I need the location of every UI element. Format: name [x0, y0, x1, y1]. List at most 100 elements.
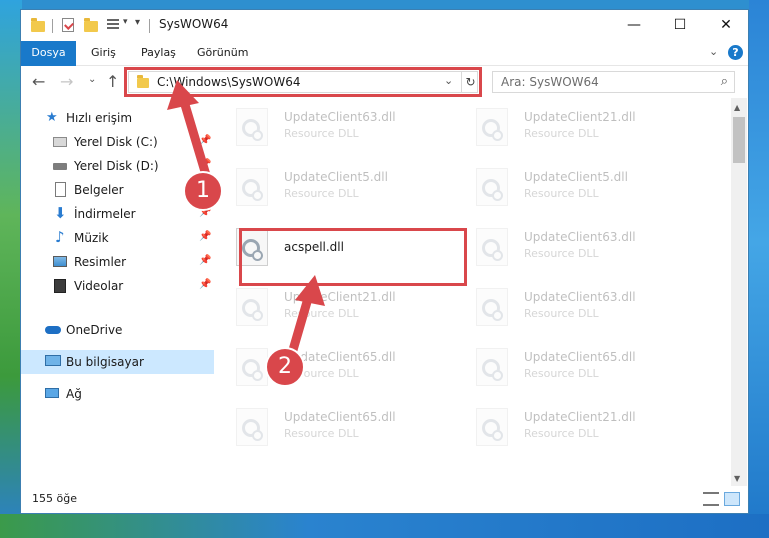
- vertical-scrollbar[interactable]: ▲ ▼: [731, 98, 747, 486]
- pin-icon[interactable]: 📌: [199, 279, 211, 290]
- expand-ribbon-icon[interactable]: ⌄: [709, 45, 718, 58]
- sidebar-item-network[interactable]: Ağ: [21, 382, 214, 406]
- file-type: Resource DLL: [524, 367, 599, 380]
- explorer-window: ▾ ▾ SysWOW64 — ☐ ✕ Dosya Giriş Paylaş Gö…: [20, 9, 749, 514]
- file-item[interactable]: UpdateClient63.dll Resource DLL: [226, 100, 446, 152]
- up-button[interactable]: ↑: [106, 72, 119, 91]
- sidebar-item-videos[interactable]: Videolar 📌: [21, 274, 214, 298]
- tab-home[interactable]: Giriş: [79, 41, 128, 65]
- file-name: UpdateClient21.dll: [524, 410, 636, 424]
- item-count: 155 öğe: [32, 492, 77, 505]
- chevron-down-icon[interactable]: ▾: [123, 17, 128, 27]
- dll-file-icon: [236, 108, 268, 146]
- file-item[interactable]: UpdateClient21.dll Resource DLL: [466, 400, 686, 452]
- desktop-background-right: [749, 0, 769, 538]
- sidebar-item-pictures[interactable]: Resimler 📌: [21, 250, 214, 274]
- file-name: UpdateClient21.dll: [284, 290, 396, 304]
- properties-icon[interactable]: [62, 18, 74, 32]
- sidebar-item-label: Belgeler: [74, 183, 124, 197]
- tab-share[interactable]: Paylaş: [129, 41, 188, 65]
- close-button[interactable]: ✕: [703, 10, 749, 40]
- file-type: Resource DLL: [524, 187, 599, 200]
- search-placeholder: Ara: SysWOW64: [501, 75, 599, 89]
- tab-view[interactable]: Görünüm: [185, 41, 260, 65]
- file-item[interactable]: UpdateClient21.dll Resource DLL: [466, 100, 686, 152]
- file-name: UpdateClient65.dll: [524, 350, 636, 364]
- pin-icon[interactable]: 📌: [199, 135, 211, 146]
- sidebar-item-label: Videolar: [74, 279, 124, 293]
- star-icon: ★: [46, 110, 58, 125]
- large-icons-view-icon[interactable]: [724, 492, 740, 506]
- cloud-icon: [45, 326, 61, 334]
- file-item[interactable]: UpdateClient63.dll Resource DLL: [466, 280, 686, 332]
- network-icon: [45, 388, 59, 398]
- file-name: UpdateClient5.dll: [524, 170, 628, 184]
- sidebar-item-downloads[interactable]: ⬇ İndirmeler 📌: [21, 202, 214, 226]
- search-box[interactable]: Ara: SysWOW64 ⌕: [492, 71, 735, 93]
- sidebar-item-label: Müzik: [74, 231, 109, 245]
- dll-file-icon: [476, 288, 508, 326]
- dll-file-icon: [236, 348, 268, 386]
- address-highlight-box: [124, 67, 482, 97]
- scroll-down-icon[interactable]: ▼: [734, 474, 740, 483]
- divider: [149, 19, 150, 33]
- search-icon: ⌕: [720, 74, 728, 89]
- dll-file-icon: [476, 228, 508, 266]
- details-view-icon[interactable]: [703, 492, 719, 506]
- file-item[interactable]: UpdateClient21.dll Resource DLL: [226, 280, 446, 332]
- file-item[interactable]: UpdateClient63.dll Resource DLL: [466, 220, 686, 272]
- dll-file-icon: [476, 108, 508, 146]
- title-bar: ▾ ▾ SysWOW64 — ☐ ✕: [21, 10, 748, 41]
- dll-file-icon: [236, 288, 268, 326]
- pictures-icon: [53, 256, 67, 267]
- file-item[interactable]: UpdateClient5.dll Resource DLL: [466, 160, 686, 212]
- pin-icon[interactable]: 📌: [199, 231, 211, 242]
- file-type: Resource DLL: [524, 307, 599, 320]
- sidebar-item-local-disk-c[interactable]: Yerel Disk (C:) 📌: [21, 130, 214, 154]
- ribbon: Dosya Giriş Paylaş Görünüm ⌄ ?: [21, 41, 748, 93]
- forward-button[interactable]: →: [60, 72, 73, 91]
- help-icon[interactable]: ?: [728, 45, 743, 60]
- quick-access-toolbar-dropdown-icon[interactable]: ▾: [135, 17, 140, 28]
- pin-icon[interactable]: 📌: [199, 159, 211, 170]
- sidebar-item-label: Bu bilgisayar: [66, 355, 144, 369]
- customize-quick-access-icon[interactable]: [107, 18, 121, 31]
- sidebar-item-music[interactable]: ♪ Müzik 📌: [21, 226, 214, 250]
- sidebar-item-quick-access[interactable]: ★ Hızlı erişim: [21, 106, 214, 130]
- file-item[interactable]: UpdateClient65.dll Resource DLL: [226, 340, 446, 392]
- pin-icon[interactable]: 📌: [199, 255, 211, 266]
- navigation-pane: ★ Hızlı erişim Yerel Disk (C:) 📌 Yerel D…: [21, 106, 214, 486]
- window-title: SysWOW64: [159, 17, 229, 31]
- desktop-background-bottom: [0, 514, 769, 538]
- sidebar-item-this-pc[interactable]: Bu bilgisayar: [21, 350, 214, 374]
- file-type: Resource DLL: [284, 127, 359, 140]
- sidebar-item-label: Ağ: [66, 387, 82, 401]
- sidebar-item-label: OneDrive: [66, 323, 123, 337]
- recent-locations-button[interactable]: ⌄: [88, 74, 96, 85]
- file-item[interactable]: UpdateClient65.dll Resource DLL: [466, 340, 686, 392]
- documents-icon: [55, 182, 66, 197]
- sidebar-item-documents[interactable]: Belgeler 📌: [21, 178, 214, 202]
- new-folder-icon[interactable]: [84, 18, 98, 32]
- scroll-up-icon[interactable]: ▲: [734, 103, 740, 112]
- dll-file-icon: [476, 168, 508, 206]
- sidebar-item-label: İndirmeler: [74, 207, 136, 221]
- divider: [52, 19, 53, 33]
- file-item[interactable]: UpdateClient5.dll Resource DLL: [226, 160, 446, 212]
- file-list: UpdateClient63.dll Resource DLL UpdateCl…: [226, 100, 731, 480]
- file-name: UpdateClient65.dll: [284, 410, 396, 424]
- file-type: Resource DLL: [284, 307, 359, 320]
- file-type: Resource DLL: [284, 187, 359, 200]
- file-highlight-box: [239, 228, 467, 286]
- back-button[interactable]: ←: [32, 72, 45, 91]
- file-item[interactable]: UpdateClient65.dll Resource DLL: [226, 400, 446, 452]
- folder-icon: [31, 18, 45, 32]
- file-type: Resource DLL: [284, 427, 359, 440]
- sidebar-item-onedrive[interactable]: OneDrive: [21, 318, 214, 342]
- scrollbar-thumb[interactable]: [733, 117, 745, 163]
- minimize-button[interactable]: —: [611, 10, 657, 40]
- pin-icon[interactable]: 📌: [199, 207, 211, 218]
- maximize-button[interactable]: ☐: [657, 10, 703, 40]
- sidebar-item-local-disk-d[interactable]: Yerel Disk (D:) 📌: [21, 154, 214, 178]
- file-type: Resource DLL: [524, 247, 599, 260]
